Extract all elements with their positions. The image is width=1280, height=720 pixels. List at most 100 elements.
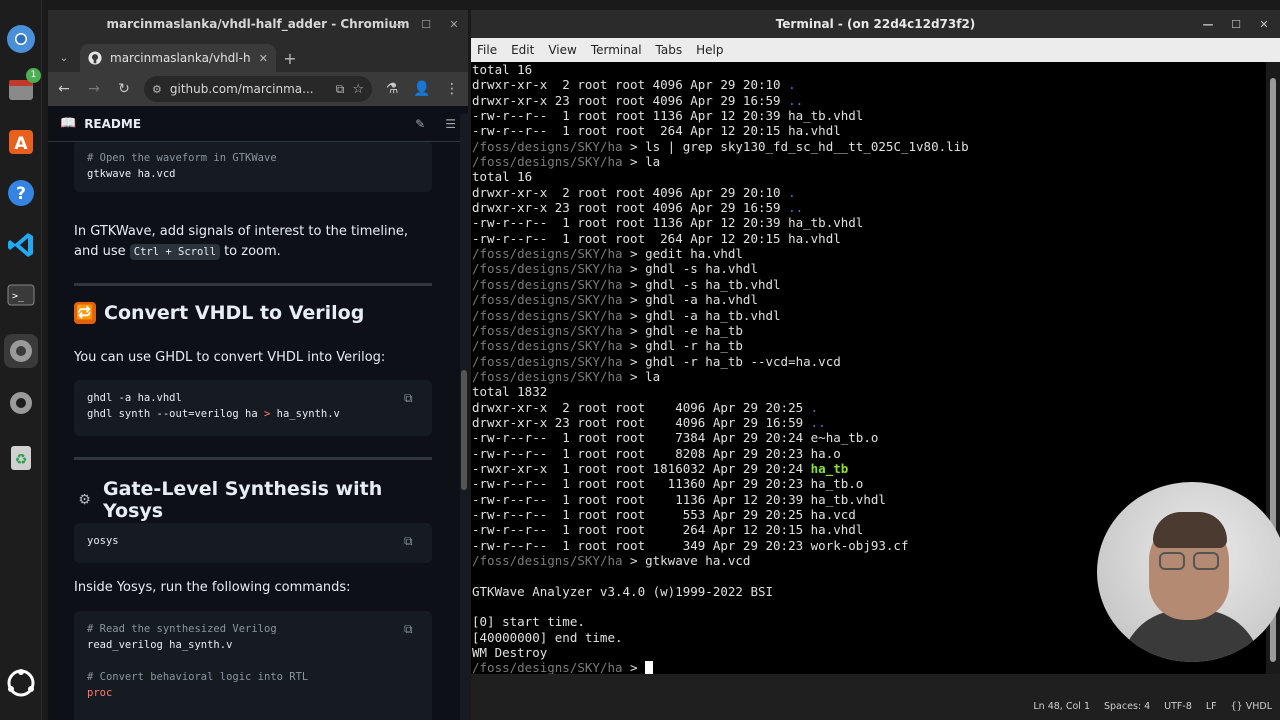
code-line: ghdl synth --out=verilog ha > ha_synth.v: [87, 408, 340, 420]
terminal-launcher[interactable]: >_: [4, 278, 38, 312]
prompt-path: /foss/designs/SKY/ha: [472, 553, 623, 568]
dir-name: ..: [810, 414, 826, 430]
terminal-command-line: /foss/designs/SKY/ha > ghdl -e ha_tb: [472, 322, 743, 338]
menu-file[interactable]: File: [477, 43, 497, 57]
dir-name: .: [810, 399, 819, 415]
copy-icon[interactable]: ⧉: [404, 621, 420, 637]
tab-strip: ⌄ marcinmaslanka/vhdl-ha ✕ +: [48, 38, 468, 72]
prompt-path: /foss/designs/SKY/ha: [472, 368, 623, 384]
code-comment: # Open the waveform in GTKWave: [87, 152, 277, 164]
code-comment: # Convert behavioral logic into RTL: [87, 671, 309, 683]
prompt-path: /foss/designs/SKY/ha: [472, 246, 623, 262]
copy-icon[interactable]: ⧉: [404, 390, 420, 406]
status-item[interactable]: Ln 48, Col 1: [1033, 701, 1090, 712]
line-text: -rw-r--r-- 1 root root 264 Apr 12 20:15 …: [472, 230, 841, 246]
chromium-titlebar[interactable]: marcinmaslanka/vhdl-half_adder - Chromiu…: [48, 10, 468, 38]
help-launcher[interactable]: ?: [4, 176, 38, 210]
reload-icon[interactable]: ↻: [114, 79, 134, 99]
new-tab-button[interactable]: +: [276, 44, 304, 72]
menu-tabs[interactable]: Tabs: [656, 43, 683, 57]
address-bar[interactable]: ⚙ github.com/marcinma... ⧉ ☆: [144, 76, 372, 102]
prompt-path: /foss/designs/SKY/ha: [472, 338, 623, 354]
back-icon[interactable]: ←: [54, 79, 74, 99]
dir-name: ..: [788, 200, 804, 216]
ubuntu-icon: [7, 669, 35, 697]
show-apps-button[interactable]: [4, 666, 38, 700]
line-text: -rw-r--r-- 1 root root 1136 Apr 12 20:39…: [472, 215, 864, 231]
line-text: [40000000] end time.: [472, 629, 623, 645]
browser-toolbar: ← → ↻ ⚙ github.com/marcinma... ⧉ ☆ ⚗ 👤 ⋮: [48, 72, 468, 106]
settings-launcher-active[interactable]: [4, 334, 38, 368]
profile-icon[interactable]: 👤: [412, 79, 432, 99]
maximize-button[interactable]: ☐: [1228, 16, 1244, 32]
menu-edit[interactable]: Edit: [511, 43, 534, 57]
heading-text: Convert VHDL to Verilog: [104, 302, 365, 324]
status-item[interactable]: Spaces: 4: [1104, 701, 1150, 712]
bookmark-star-icon[interactable]: ☆: [352, 82, 364, 97]
site-info-icon[interactable]: ⚙: [152, 83, 162, 96]
line-text: -rw-r--r-- 1 root root 264 Apr 12 20:15 …: [472, 123, 841, 139]
trash-launcher[interactable]: ♻: [4, 440, 38, 474]
heading-gate-level-synthesis: ⚙ Gate-Level Synthesis with Yosys: [74, 478, 434, 522]
terminal-icon: >_: [7, 284, 35, 306]
vscode-launcher[interactable]: [4, 228, 38, 262]
terminal-output-line: -rw-r--r-- 1 root root 7384 Apr 29 20:24…: [472, 430, 1266, 445]
code-line: proc: [87, 687, 113, 699]
terminal-command-line: /foss/designs/SKY/ha > ghdl -s ha_tb.vhd…: [472, 276, 781, 292]
close-button[interactable]: ✕: [1256, 16, 1272, 32]
terminal-command-line: /foss/designs/SKY/ha > ghdl -a ha.vhdl: [472, 292, 758, 308]
menu-terminal[interactable]: Terminal: [591, 43, 642, 57]
code-block-yosys-commands: # Read the synthesized Verilog read_veri…: [74, 611, 432, 720]
terminal-titlebar[interactable]: Terminal - (on 22d4c12d73f2) — ☐ ✕: [471, 10, 1280, 38]
menu-view[interactable]: View: [548, 43, 576, 57]
chromium-launcher[interactable]: [4, 22, 38, 56]
terminal-output-line: -rwxr-xr-x 1 root root 1816032 Apr 29 20…: [472, 461, 1266, 476]
line-text: ghdl -a ha_tb.vhdl: [645, 307, 781, 323]
terminal-output-line: drwxr-xr-x 2 root root 4096 Apr 29 20:25…: [472, 400, 1266, 415]
status-item[interactable]: {} VHDL: [1231, 701, 1272, 712]
line-text: [0] start time.: [472, 614, 585, 630]
prompt-path: /foss/designs/SKY/ha: [472, 353, 623, 369]
prompt-path: /foss/designs/SKY/ha: [472, 292, 623, 308]
maximize-button[interactable]: ☐: [418, 16, 434, 32]
webcam-overlay: [1097, 482, 1280, 662]
tab-search-chevron-icon[interactable]: ⌄: [54, 44, 74, 72]
files-launcher[interactable]: 1: [4, 68, 41, 106]
line-text: -rw-r--r-- 1 root root 8208 Apr 29 20:23…: [472, 445, 841, 461]
gear-icon: [10, 340, 32, 362]
edit-pencil-icon[interactable]: ✎: [415, 117, 425, 131]
extensions-flask-icon[interactable]: ⚗: [382, 79, 402, 99]
software-launcher[interactable]: A: [4, 124, 38, 158]
copy-icon[interactable]: ⧉: [404, 533, 420, 549]
executable-name: ha_tb: [810, 460, 849, 476]
menu-kebab-icon[interactable]: ⋮: [442, 79, 462, 99]
install-app-icon[interactable]: ⧉: [336, 82, 345, 97]
svg-text:♻: ♻: [15, 452, 28, 468]
minimize-button[interactable]: —: [1200, 16, 1216, 32]
outline-list-icon[interactable]: ☰: [445, 117, 456, 131]
forward-icon[interactable]: →: [84, 79, 104, 99]
minimize-button[interactable]: —: [390, 16, 406, 32]
line-text: ghdl -r ha_tb --vcd=ha.vcd: [645, 353, 841, 369]
scrollbar-thumb[interactable]: [461, 370, 467, 490]
settings-launcher[interactable]: [4, 386, 38, 420]
chromium-icon: [7, 25, 35, 53]
url-text: github.com/marcinma...: [169, 82, 314, 96]
line-text: drwxr-xr-x 23 root root 4096 Apr 29 16:5…: [472, 200, 789, 216]
terminal-output-line: -rw-r--r-- 1 root root 11360 Apr 29 20:2…: [472, 476, 1266, 491]
close-button[interactable]: ✕: [446, 16, 462, 32]
menu-help[interactable]: Help: [696, 43, 723, 57]
active-tab[interactable]: marcinmaslanka/vhdl-ha ✕: [80, 44, 276, 72]
status-item[interactable]: UTF-8: [1164, 701, 1192, 712]
terminal-output-line: -rw-r--r-- 1 root root 264 Apr 12 20:15 …: [472, 123, 1266, 138]
page-scrollbar[interactable]: [460, 114, 468, 720]
dock: 1 A ? >_ ♻: [0, 0, 42, 720]
line-text: drwxr-xr-x 23 root root 4096 Apr 29 16:5…: [472, 92, 789, 108]
terminal-command-line: /foss/designs/SKY/ha > ghdl -s ha.vhdl: [472, 261, 758, 277]
tab-close-icon[interactable]: ✕: [259, 52, 268, 65]
line-text: -rwxr-xr-x 1 root root 1816032 Apr 29 20…: [472, 460, 811, 476]
terminal-output-line: -rw-r--r-- 1 root root 264 Apr 12 20:15 …: [472, 231, 1266, 246]
terminal-output-line: -rw-r--r-- 1 root root 1136 Apr 12 20:39…: [472, 215, 1266, 230]
line-text: -rw-r--r-- 1 root root 264 Apr 12 20:15 …: [472, 522, 864, 538]
status-item[interactable]: LF: [1206, 701, 1217, 712]
